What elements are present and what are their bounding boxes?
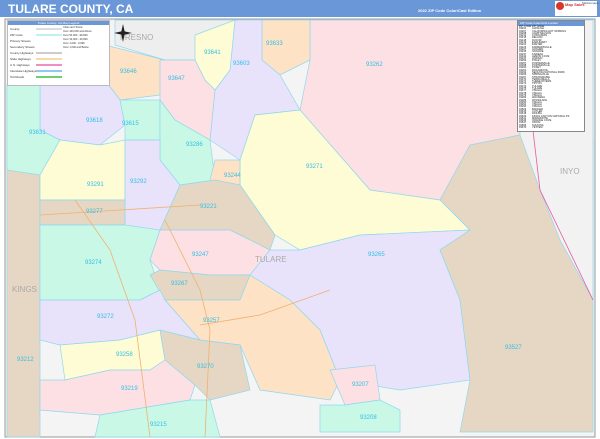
zip-label: 93219 xyxy=(121,386,138,392)
population-item: Over 50,000 - 99,999 xyxy=(63,34,88,37)
zip-code-index: ZIP Code Index/Grid Locator ZIP CODEZIP … xyxy=(517,20,585,132)
legend-item-county-hwy: County Highways xyxy=(10,51,34,55)
zip-label: 93277 xyxy=(86,209,103,215)
population-item: Over 1,000 and Below xyxy=(63,46,89,49)
index-zip: 93670 xyxy=(519,126,527,130)
map-legend: Tulare County, CA Map Legend County ZIP … xyxy=(7,20,110,86)
zip-label: 93212 xyxy=(17,357,34,363)
zip-label: 93270 xyxy=(197,364,214,370)
legend-swatch xyxy=(36,70,62,72)
zip-label: 93208 xyxy=(360,415,377,421)
legend-swatch xyxy=(36,76,62,78)
index-rows: 93201 ALPAUGH 93207 CALIFORNIA HOT SPRINGS 9… xyxy=(518,27,584,130)
zip-label: 93257 xyxy=(203,318,220,324)
zip-label: 93641 xyxy=(204,50,221,56)
county-label-tulare: TULARE xyxy=(255,255,287,264)
index-name: YETTEM xyxy=(532,126,543,130)
zip-label: 93291 xyxy=(87,182,104,188)
zip-label: 93633 xyxy=(266,41,283,47)
legend-swatch xyxy=(36,52,62,54)
map-title: TULARE COUNTY, CA xyxy=(8,2,134,16)
zip-label: 93618 xyxy=(86,118,103,124)
population-item: Over 10,000 - 49,999 xyxy=(63,38,88,41)
legend-item-primary: Primary Streets xyxy=(10,39,31,43)
zip-label: 93215 xyxy=(150,422,167,428)
zip-label: 93207 xyxy=(352,382,369,388)
legend-item-county: County xyxy=(10,27,20,31)
logo-mark-icon xyxy=(556,2,564,10)
zip-label: 93631 xyxy=(29,130,46,136)
zip-label: 93247 xyxy=(192,252,209,258)
zip-label: 93265 xyxy=(368,252,385,258)
zip-label: 93258 xyxy=(116,352,133,358)
zip-area-93615 xyxy=(119,99,161,141)
county-label-kings: KINGS xyxy=(12,285,37,294)
title-bar: TULARE COUNTY, CA 2022 ZIP Code Color/Ca… xyxy=(0,0,600,17)
legend-swatch xyxy=(36,64,62,66)
zip-label: 93603 xyxy=(233,61,250,67)
legend-swatch xyxy=(36,34,62,36)
zip-label: 93286 xyxy=(186,142,203,148)
zip-label: 93646 xyxy=(120,69,137,75)
legend-item-interstate: Interstate Highways xyxy=(10,69,37,73)
logo-subtext: Marketmaps xyxy=(582,1,599,5)
population-item: Over 100,000 and Above xyxy=(63,30,92,33)
edition-label: 2022 ZIP Code Color/Cast Edition xyxy=(418,8,482,13)
zip-label: 93647 xyxy=(168,76,185,82)
legend-item-secondary: Secondary Streets xyxy=(10,45,35,49)
legend-swatch xyxy=(36,28,62,30)
publisher-logo: Map Sales Marketmaps xyxy=(555,1,599,16)
zip-label: 93271 xyxy=(306,164,323,170)
legend-item-us-hwy: U.S. Highways xyxy=(10,63,30,67)
zip-label: 93292 xyxy=(130,179,147,185)
legend-item-zip: ZIP Code xyxy=(10,33,23,37)
legend-title: Tulare County, CA Map Legend xyxy=(8,21,109,25)
population-title: Cities and Towns xyxy=(63,26,83,29)
zip-label: 93527 xyxy=(505,345,522,351)
zip-area-93618 xyxy=(39,79,126,146)
index-row: 93670 YETTEM xyxy=(518,126,584,130)
zip-label: 93244 xyxy=(224,173,241,179)
legend-item-toll: Toll Roads xyxy=(10,75,25,79)
legend-swatch xyxy=(36,58,62,60)
zip-label: 93274 xyxy=(85,260,102,266)
zip-label: 93267 xyxy=(171,281,188,287)
zip-label: 93272 xyxy=(97,314,114,320)
population-item: Over 1,000 - 9,999 xyxy=(63,42,85,45)
zip-label: 93221 xyxy=(200,204,217,210)
county-label-inyo: INYO xyxy=(560,167,580,176)
legend-item-state-hwy: State Highways xyxy=(10,57,31,61)
zip-label: 93262 xyxy=(366,62,383,68)
zip-label: 93615 xyxy=(122,121,139,127)
